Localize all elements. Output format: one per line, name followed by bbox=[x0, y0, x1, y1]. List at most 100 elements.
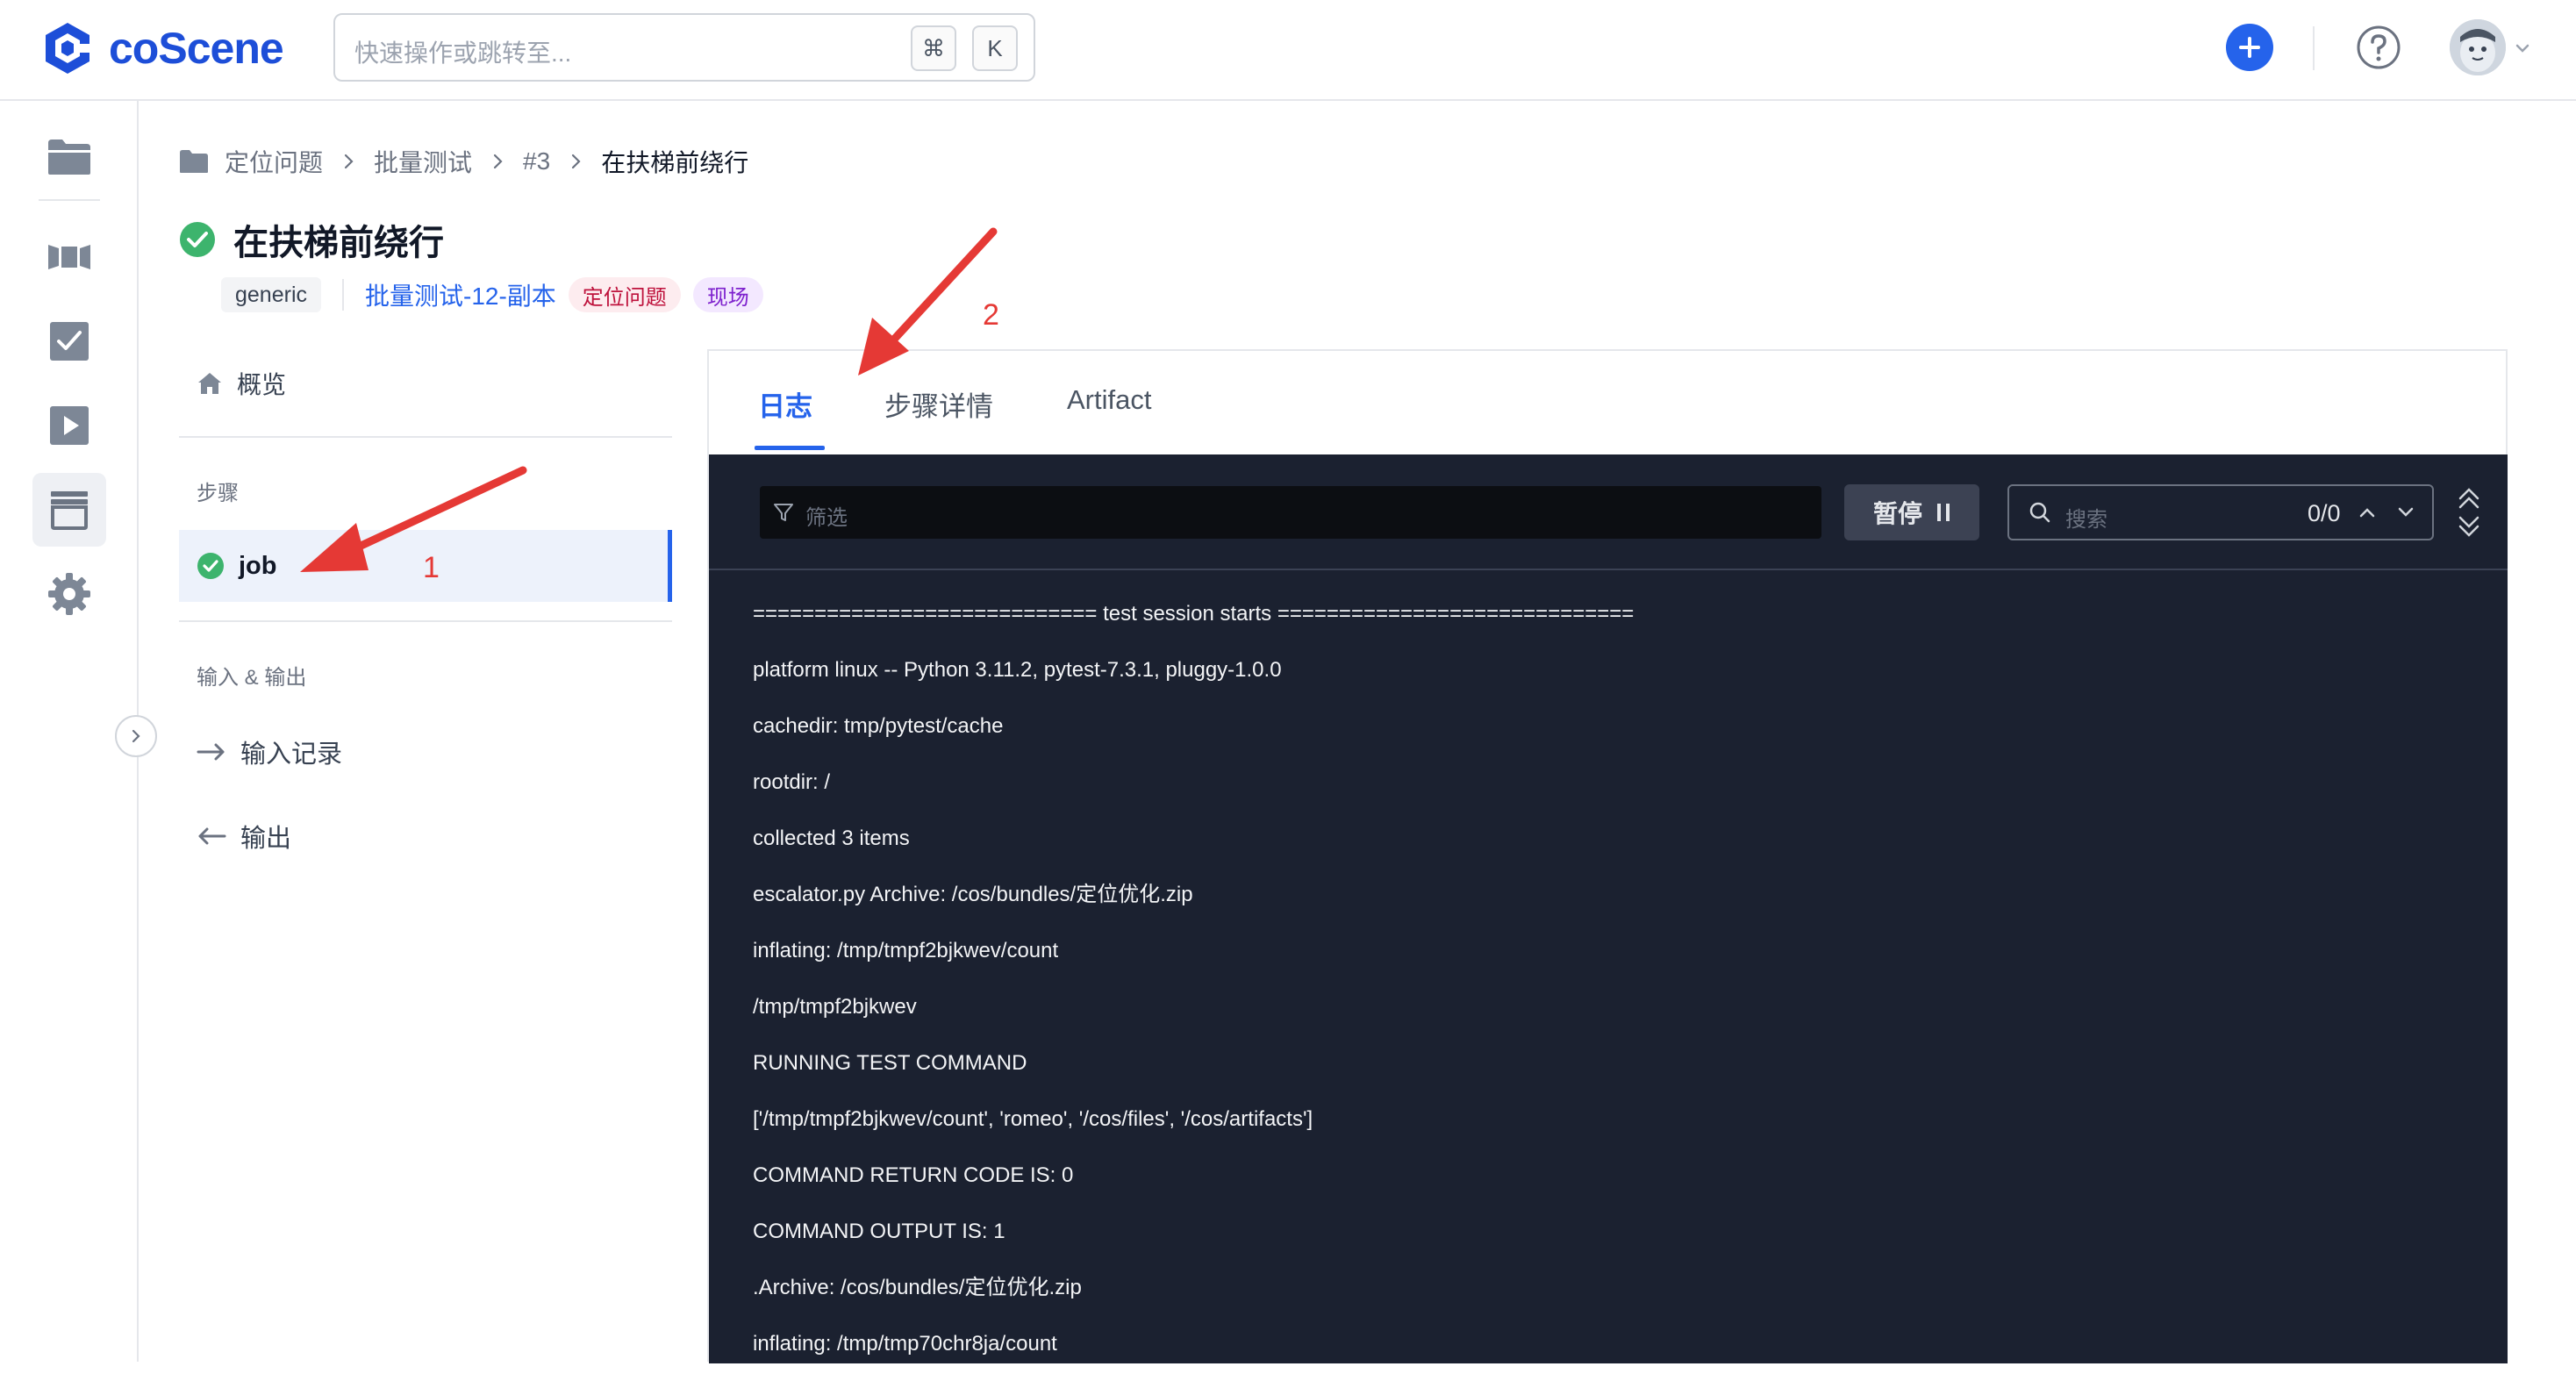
folder-icon bbox=[48, 140, 90, 175]
help-icon[interactable] bbox=[2355, 24, 2402, 71]
io-section-heading: 输入 & 输出 bbox=[197, 666, 307, 690]
log-line: COMMAND RETURN CODE IS: 0 bbox=[753, 1163, 1074, 1187]
annotation-label-1: 1 bbox=[423, 551, 440, 584]
tag-onsite: 现场 bbox=[692, 277, 763, 312]
tab-logs[interactable]: 日志 bbox=[758, 384, 812, 424]
rail-tasks[interactable] bbox=[32, 304, 106, 378]
title-row: 在扶梯前绕行 bbox=[179, 214, 444, 265]
step-job-label: job bbox=[239, 551, 277, 580]
active-tab-indicator bbox=[755, 446, 825, 450]
chevron-right-icon bbox=[344, 154, 354, 169]
log-line: rootdir: / bbox=[753, 770, 831, 794]
k-key-hint: K bbox=[972, 25, 1018, 71]
avatar-image bbox=[2450, 19, 2506, 75]
log-line: RUNNING TEST COMMAND bbox=[753, 1051, 1027, 1075]
search-icon bbox=[2029, 502, 2050, 523]
rail-divider bbox=[39, 199, 100, 201]
log-console: 筛选 暂停 搜索 0/0 ===========================… bbox=[709, 454, 2508, 1363]
log-line: inflating: /tmp/tmpf2bjkwev/count bbox=[753, 939, 1059, 962]
chevron-right-icon bbox=[493, 154, 503, 169]
tag-row: generic 批量测试-12-副本 定位问题 现场 bbox=[221, 277, 763, 312]
batch-test-link[interactable]: 批量测试-12-副本 bbox=[365, 277, 556, 312]
arrow-left-icon bbox=[198, 827, 226, 845]
annotation-label-2: 2 bbox=[983, 298, 999, 332]
checkbox-icon bbox=[50, 322, 89, 361]
overview-label: 概览 bbox=[237, 371, 287, 398]
logo-text: coScene bbox=[109, 24, 284, 73]
log-line: platform linux -- Python 3.11.2, pytest-… bbox=[753, 658, 1282, 682]
search-match-count: 0/0 bbox=[2308, 500, 2341, 526]
pause-icon bbox=[1937, 504, 1950, 521]
rail-batch-test[interactable] bbox=[32, 473, 106, 547]
page-title: 在扶梯前绕行 bbox=[233, 224, 444, 262]
breadcrumb: 定位问题 批量测试 #3 在扶梯前绕行 bbox=[179, 142, 748, 181]
log-filter-input[interactable]: 筛选 bbox=[760, 486, 1821, 539]
log-search-placeholder: 搜索 bbox=[2065, 508, 2107, 532]
add-button[interactable] bbox=[2226, 24, 2273, 71]
tab-bar: 日志 步骤详情 Artifact bbox=[709, 351, 2506, 454]
pause-button[interactable]: 暂停 bbox=[1844, 484, 1979, 540]
expand-collapse-icon[interactable] bbox=[2455, 486, 2483, 539]
plus-icon bbox=[2239, 37, 2260, 58]
log-line: COMMAND OUTPUT IS: 1 bbox=[753, 1220, 1005, 1243]
logo[interactable]: coScene bbox=[39, 19, 284, 77]
input-records-nav-item[interactable]: 输入记录 bbox=[197, 730, 342, 774]
chevron-up-icon[interactable] bbox=[2357, 502, 2378, 523]
log-search-input[interactable]: 搜索 0/0 bbox=[2007, 484, 2434, 540]
play-icon bbox=[50, 406, 89, 445]
log-filter-placeholder: 筛选 bbox=[805, 506, 848, 530]
nav-divider bbox=[179, 436, 672, 438]
chevron-right-icon bbox=[132, 729, 140, 743]
log-line: cachedir: tmp/pytest/cache bbox=[753, 714, 1004, 738]
rail-settings[interactable] bbox=[32, 557, 106, 631]
log-line: ============================ test sessio… bbox=[753, 602, 1635, 626]
quick-search-placeholder: 快速操作或跳转至... bbox=[354, 39, 572, 67]
archive-box-icon bbox=[51, 491, 88, 530]
pause-label: 暂停 bbox=[1872, 500, 1922, 527]
chevron-down-icon[interactable] bbox=[2395, 502, 2416, 523]
nav-divider bbox=[179, 620, 672, 622]
output-nav-item[interactable]: 输出 bbox=[197, 814, 291, 858]
rail-playback[interactable] bbox=[32, 389, 106, 462]
chevron-down-icon[interactable] bbox=[2513, 39, 2532, 58]
cosene-logo-icon bbox=[46, 23, 93, 74]
tab-step-details[interactable]: 步骤详情 bbox=[884, 384, 993, 424]
arrow-right-icon bbox=[197, 743, 225, 761]
log-output: ============================ test sessio… bbox=[753, 602, 1634, 1388]
log-line: ['/tmp/tmpf2bjkwev/count', 'romeo', '/co… bbox=[753, 1107, 1313, 1131]
toolbar-divider bbox=[2313, 26, 2315, 70]
tag-divider bbox=[342, 279, 344, 311]
log-toolbar: 筛选 暂停 搜索 0/0 bbox=[709, 454, 2508, 570]
rail-projects[interactable] bbox=[32, 120, 106, 194]
output-label: 输出 bbox=[240, 825, 292, 853]
sidebar-collapse-button[interactable] bbox=[115, 715, 157, 757]
log-line: collected 3 items bbox=[753, 826, 910, 850]
filter-icon bbox=[774, 504, 793, 521]
quick-search-input[interactable]: 快速操作或跳转至... ⌘ K bbox=[333, 13, 1035, 82]
breadcrumb-project[interactable]: 定位问题 bbox=[225, 144, 323, 179]
folder-icon bbox=[180, 150, 208, 173]
steps-section-heading: 步骤 bbox=[197, 482, 239, 505]
command-key-hint: ⌘ bbox=[911, 25, 956, 71]
tab-artifact[interactable]: Artifact bbox=[1067, 384, 1151, 416]
success-check-icon bbox=[180, 222, 215, 257]
tag-generic: generic bbox=[221, 277, 321, 312]
success-check-icon bbox=[197, 553, 224, 579]
overview-nav-item[interactable]: 概览 bbox=[197, 361, 286, 405]
gear-icon bbox=[48, 573, 90, 615]
user-avatar[interactable] bbox=[2450, 19, 2506, 75]
film-icon bbox=[48, 245, 90, 269]
chevron-right-icon bbox=[572, 154, 581, 169]
breadcrumb-batch-test[interactable]: 批量测试 bbox=[374, 144, 472, 179]
log-line: /tmp/tmpf2bjkwev bbox=[753, 995, 917, 1019]
home-icon bbox=[198, 373, 221, 394]
log-line: escalator.py Archive: /cos/bundles/定位优化.… bbox=[753, 883, 1193, 906]
log-line: inflating: /tmp/tmp70chr8ja/count bbox=[753, 1332, 1057, 1356]
breadcrumb-run[interactable]: #3 bbox=[523, 147, 550, 175]
rail-records[interactable] bbox=[32, 220, 106, 294]
top-bar: coScene 快速操作或跳转至... ⌘ K bbox=[0, 0, 2576, 101]
job-detail-panel: 日志 步骤详情 Artifact 筛选 暂停 搜索 0/0 ==========… bbox=[707, 349, 2508, 1363]
breadcrumb-current: 在扶梯前绕行 bbox=[601, 149, 749, 176]
tag-localization-issue: 定位问题 bbox=[568, 277, 681, 312]
log-line: .Archive: /cos/bundles/定位优化.zip bbox=[753, 1276, 1082, 1299]
